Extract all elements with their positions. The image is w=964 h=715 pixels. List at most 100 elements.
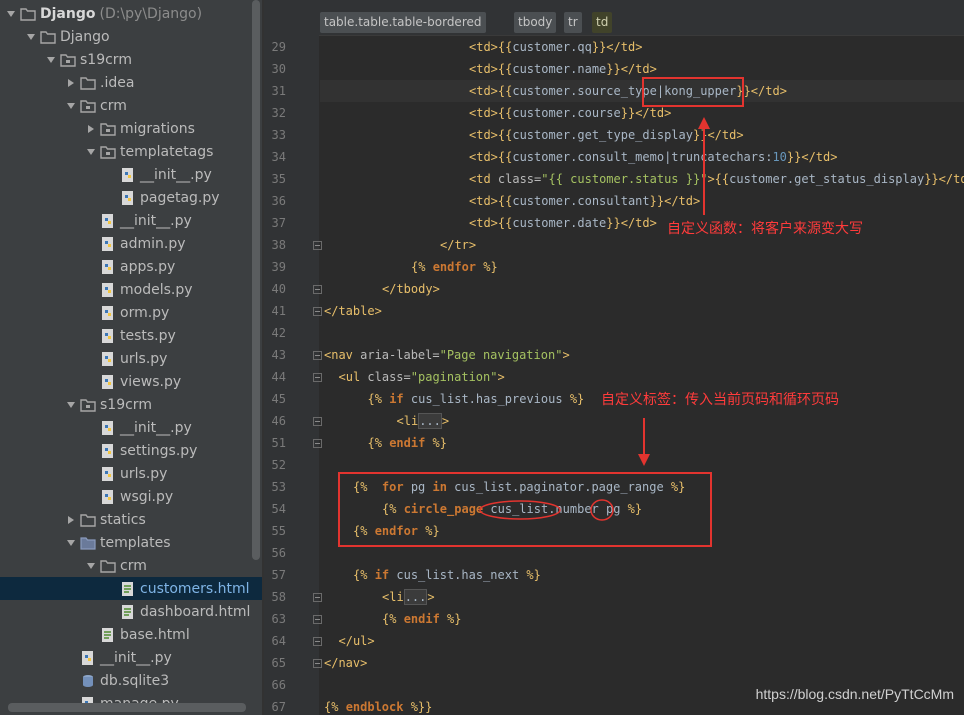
code-line[interactable]: {% endif %} xyxy=(320,608,964,630)
tree-item[interactable]: Django xyxy=(0,25,262,48)
code-line[interactable]: <td>{{customer.consultant}}</td> xyxy=(320,190,964,212)
tree-item[interactable]: templatetags xyxy=(0,140,262,163)
tree-item[interactable]: templates xyxy=(0,531,262,554)
breadcrumb-item-td[interactable]: td xyxy=(592,12,613,33)
tree-item[interactable]: urls.py xyxy=(0,462,262,485)
tree-item[interactable]: settings.py xyxy=(0,439,262,462)
breadcrumb-item-tbody[interactable]: tbody xyxy=(514,12,557,33)
template-delimiter: } xyxy=(425,700,433,714)
tree-item[interactable]: wsgi.py xyxy=(0,485,262,508)
tree-vertical-scrollbar[interactable] xyxy=(252,0,260,560)
tree-item-label: urls.py xyxy=(120,465,168,482)
line-number: 58 xyxy=(271,590,286,604)
tree-item[interactable]: tests.py xyxy=(0,324,262,347)
tree-item[interactable]: admin.py xyxy=(0,232,262,255)
tree-item[interactable]: __init__.py xyxy=(0,416,262,439)
line-number: 41 xyxy=(271,304,286,318)
breadcrumb-item-tr[interactable]: tr xyxy=(564,12,582,33)
tree-item[interactable]: statics xyxy=(0,508,262,531)
code-line[interactable]: <ul class="pagination"> xyxy=(320,366,964,388)
tree-item[interactable]: s19crm xyxy=(0,48,262,71)
code-line[interactable]: <td>{{customer.qq}}</td> xyxy=(320,36,964,58)
python-file-icon xyxy=(100,305,116,321)
code-line[interactable]: <td>{{customer.get_type_display}}</td> xyxy=(320,124,964,146)
tree-item[interactable]: __init__.py xyxy=(0,163,262,186)
html-tag: </td> xyxy=(707,128,744,142)
code-line[interactable]: <td>{{customer.consult_memo|truncatechar… xyxy=(320,146,964,168)
tree-item[interactable]: models.py xyxy=(0,278,262,301)
tree-item[interactable]: Django (D:\py\Django) xyxy=(0,2,262,25)
tree-item[interactable]: __init__.py xyxy=(0,209,262,232)
code-line[interactable]: <nav aria-label="Page navigation"> xyxy=(320,344,964,366)
code-text-area[interactable]: <td>{{customer.qq}}</td> <td>{{customer.n… xyxy=(320,35,964,715)
tree-item[interactable]: orm.py xyxy=(0,301,262,324)
template-variable: cus_list.has_next xyxy=(389,568,527,582)
tree-item[interactable]: db.sqlite3 xyxy=(0,669,262,692)
tree-item[interactable]: .idea xyxy=(0,71,262,94)
tree-item[interactable]: urls.py xyxy=(0,347,262,370)
template-delimiter: }} xyxy=(606,62,621,76)
template-delimiter: }} xyxy=(606,216,621,230)
line-number: 52 xyxy=(271,458,286,472)
tree-item[interactable]: dashboard.html xyxy=(0,600,262,623)
tag-annotation-text: 自定义标签：传入当前页码和循环页码 xyxy=(601,392,839,408)
tree-item-label: s19crm xyxy=(80,51,132,68)
package-folder-icon xyxy=(100,144,116,160)
tree-item[interactable]: views.py xyxy=(0,370,262,393)
code-line[interactable] xyxy=(320,322,964,344)
expand-arrow-icon[interactable] xyxy=(26,32,36,42)
code-line[interactable]: <li...> xyxy=(320,586,964,608)
line-number: 33 xyxy=(271,128,286,142)
expand-arrow-icon[interactable] xyxy=(66,538,76,548)
expand-arrow-icon[interactable] xyxy=(46,55,56,65)
code-line[interactable]: </tbody> xyxy=(320,278,964,300)
folded-region[interactable]: ... xyxy=(418,413,442,429)
tree-item[interactable]: s19crm xyxy=(0,393,262,416)
folded-region[interactable]: ... xyxy=(403,589,428,605)
tree-item[interactable]: migrations xyxy=(0,117,262,140)
tree-horizontal-scrollbar[interactable] xyxy=(8,703,246,712)
tree-item[interactable]: pagetag.py xyxy=(0,186,262,209)
html-attribute: class= xyxy=(367,370,411,384)
collapse-arrow-icon[interactable] xyxy=(86,124,96,134)
tree-item[interactable]: crm xyxy=(0,554,262,577)
string-literal: "{{ customer.status }}" xyxy=(541,172,708,186)
code-line[interactable]: {% if cus_list.has_next %} xyxy=(320,564,964,586)
expand-arrow-icon[interactable] xyxy=(66,101,76,111)
html-tag: > xyxy=(441,414,450,428)
expand-arrow-icon[interactable] xyxy=(86,561,96,571)
line-number-gutter: 29 30 31 32 33 34 35 36 37 38 39 40 41 42 43 44 45 46 51 52… xyxy=(264,35,322,715)
string-literal: "pagination" xyxy=(410,370,498,384)
filter-annotation-text: 自定义函数：将客户来源变大写 xyxy=(667,221,863,237)
html-tag: </td> xyxy=(938,172,964,186)
template-delimiter: %} xyxy=(425,436,447,450)
collapse-arrow-icon[interactable] xyxy=(66,515,76,525)
tree-item[interactable]: customers.html xyxy=(0,577,262,600)
expand-arrow-icon[interactable] xyxy=(6,9,16,19)
tree-item[interactable]: apps.py xyxy=(0,255,262,278)
code-line[interactable]: </nav> xyxy=(320,652,964,674)
code-line[interactable]: <td>{{customer.date}}</td> xyxy=(320,212,964,234)
collapse-arrow-icon[interactable] xyxy=(66,78,76,88)
code-line[interactable]: </ul> xyxy=(320,630,964,652)
expand-arrow-icon[interactable] xyxy=(66,400,76,410)
python-file-icon xyxy=(120,167,136,183)
tree-item[interactable]: base.html xyxy=(0,623,262,646)
tree-item-label: urls.py xyxy=(120,350,168,367)
line-number: 45 xyxy=(271,392,286,406)
tree-item-label: customers.html xyxy=(140,580,250,597)
tree-item[interactable]: crm xyxy=(0,94,262,117)
breadcrumb-item-table[interactable]: table.table.table-bordered xyxy=(320,12,486,33)
tree-item[interactable]: __init__.py xyxy=(0,646,262,669)
code-line[interactable]: </table> xyxy=(320,300,964,322)
python-file-icon xyxy=(100,213,116,229)
code-line[interactable]: {% endfor %} xyxy=(320,256,964,278)
html-tag: </td> xyxy=(750,84,787,98)
expand-arrow-icon[interactable] xyxy=(86,147,96,157)
template-delimiter: {% xyxy=(353,568,375,582)
code-line[interactable]: </tr> xyxy=(320,234,964,256)
template-delimiter: {{ xyxy=(497,216,513,230)
html-tag: <nav xyxy=(324,348,361,362)
tree-item-label: orm.py xyxy=(120,304,170,321)
code-line[interactable]: <td class="{{ customer.status }}">{{cust… xyxy=(320,168,964,190)
